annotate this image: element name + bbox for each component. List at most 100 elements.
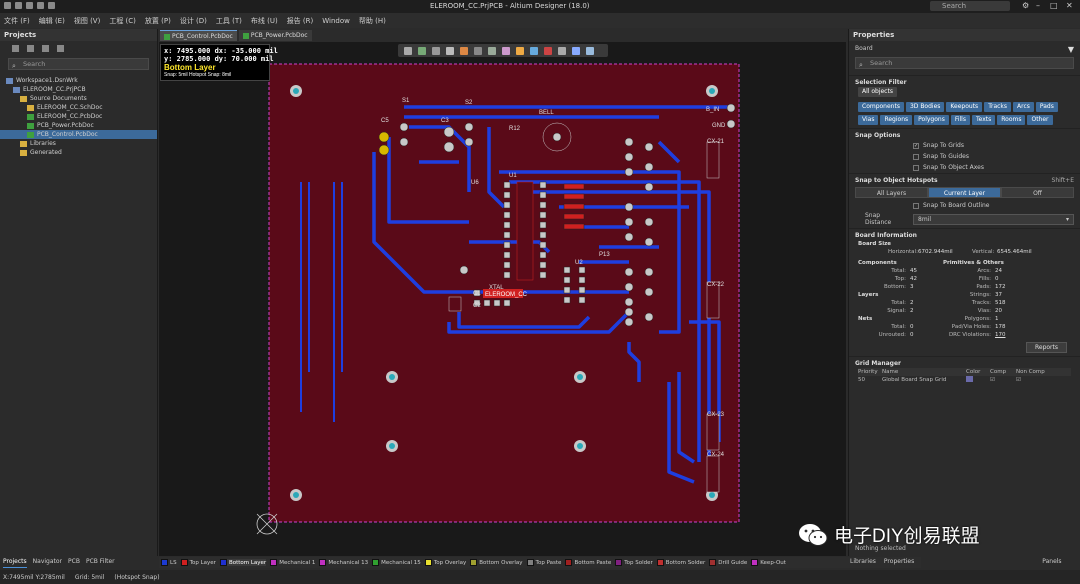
menu-item-2[interactable]: 视图 (V) [74, 16, 100, 26]
all-objects-button[interactable]: All objects [858, 87, 897, 97]
filter-chip-9[interactable]: Fills [950, 115, 970, 125]
filter-chip-1[interactable]: 3D Bodies [905, 102, 945, 112]
filter-chip-5[interactable]: Pads [1035, 102, 1058, 112]
hotspot-seg-1[interactable]: Current Layer [928, 187, 1001, 198]
menu-item-3[interactable]: 工程 (C) [109, 16, 136, 26]
select-rect-icon[interactable] [432, 46, 440, 55]
filter-chip-7[interactable]: Regions [880, 115, 913, 125]
save-all-icon[interactable] [26, 2, 33, 9]
doc-tab-1[interactable]: PCB_Power.PcbDoc [238, 30, 312, 41]
place-region-icon[interactable] [558, 46, 566, 55]
left-tab-3[interactable]: PCB Filter [86, 558, 115, 568]
reports-button[interactable]: Reports [1025, 342, 1067, 353]
grid-manager-row[interactable]: 50 Global Board Snap Grid ☑ ☑ [858, 376, 1071, 385]
menu-item-4[interactable]: 放置 (P) [145, 16, 171, 26]
menu-item-8[interactable]: 报告 (R) [287, 16, 314, 26]
layer-tab-6[interactable]: Top Overlay [424, 559, 466, 566]
menu-item-10[interactable]: 帮助 (H) [359, 16, 386, 26]
right-tab-2[interactable]: Panels [1042, 558, 1061, 565]
tree-item-0[interactable]: Workspace1.DsnWrk [0, 76, 157, 85]
save-icon[interactable] [4, 2, 11, 9]
layer-tab-10[interactable]: Top Solder [615, 559, 653, 566]
filter-chip-4[interactable]: Arcs [1013, 102, 1034, 112]
layer-tab-12[interactable]: Drill Guide [709, 559, 747, 566]
snap-option-1[interactable]: Snap To Guides [849, 151, 1080, 162]
layer-tab-9[interactable]: Bottom Paste [565, 559, 611, 566]
route-arc-icon[interactable] [502, 46, 510, 55]
doc-tab-0[interactable]: PCB_Control.PcbDoc [160, 30, 237, 41]
menu-item-6[interactable]: 工具 (T) [216, 16, 242, 26]
filter-chip-0[interactable]: Components [858, 102, 904, 112]
layer-tab-3[interactable]: Mechanical 1 [270, 559, 315, 566]
minimize-icon[interactable]: – [1036, 1, 1040, 10]
right-tab-0[interactable]: Libraries [850, 558, 876, 565]
route-diff-pair-icon[interactable] [488, 46, 496, 55]
layer-tab-4[interactable]: Mechanical 13 [319, 559, 368, 566]
snap-option-0[interactable]: ✓ Snap To Grids [849, 140, 1080, 151]
checkbox-box[interactable]: ✓ [913, 142, 919, 149]
filter-icon[interactable]: ▼ [1068, 45, 1074, 54]
place-polygon-icon[interactable] [544, 46, 552, 55]
move-icon[interactable] [418, 46, 426, 55]
undo-icon[interactable] [37, 2, 44, 9]
interactive-route-icon[interactable] [474, 46, 482, 55]
layer-tab-7[interactable]: Bottom Overlay [470, 559, 523, 566]
maximize-icon[interactable]: □ [1050, 1, 1058, 10]
filter-chip-6[interactable]: Vias [858, 115, 879, 125]
snap-board-outline-checkbox[interactable]: Snap To Board Outline [849, 200, 1080, 211]
tree-item-3[interactable]: ELEROOM_CC.SchDoc [0, 103, 157, 112]
layer-tab-13[interactable]: Keep-Out [751, 559, 786, 566]
place-line-icon[interactable] [586, 46, 594, 55]
filter-chip-2[interactable]: Keepouts [946, 102, 983, 112]
filter-chip-12[interactable]: Other [1027, 115, 1053, 125]
snap-distance-select[interactable]: 8mil ▾ [913, 213, 1074, 225]
open-icon[interactable] [15, 2, 22, 9]
align-icon[interactable] [446, 46, 454, 55]
settings-icon[interactable]: ⚙ [1022, 1, 1029, 10]
filter-chip-10[interactable]: Texts [971, 115, 996, 125]
filter-chip-3[interactable]: Tracks [984, 102, 1012, 112]
redo-icon[interactable] [48, 2, 55, 9]
tree-item-2[interactable]: Source Documents [0, 94, 157, 103]
place-via-icon[interactable] [530, 46, 538, 55]
primitive-value[interactable]: 170 [995, 331, 1006, 339]
layer-tab-8[interactable]: Top Paste [526, 559, 561, 566]
close-icon[interactable]: ✕ [1066, 1, 1073, 10]
hotspot-seg-0[interactable]: All Layers [855, 187, 928, 198]
hotspot-seg-2[interactable]: Off [1001, 187, 1074, 198]
layer-tab-11[interactable]: Bottom Solder [656, 559, 705, 566]
project-gear-icon[interactable] [57, 45, 64, 52]
grid-noncomp-checkbox[interactable]: ☑ [1016, 376, 1021, 385]
menu-item-5[interactable]: 设计 (D) [180, 16, 207, 26]
layer-tab-0[interactable]: LS [161, 559, 177, 566]
checkbox-box[interactable] [913, 153, 919, 160]
pcb-canvas[interactable]: BELL B_IN GND CX-21 CX-22 CX-23 CX-24 XT… [159, 42, 846, 556]
place-component-icon[interactable] [460, 46, 468, 55]
left-tab-0[interactable]: Projects [3, 558, 27, 568]
grid-color-swatch[interactable] [966, 376, 990, 385]
menu-item-7[interactable]: 布线 (U) [251, 16, 278, 26]
snap-option-2[interactable]: Snap To Object Axes [849, 162, 1080, 173]
tree-item-5[interactable]: PCB_Power.PcbDoc [0, 121, 157, 130]
filter-icon[interactable] [404, 46, 412, 55]
place-string-icon[interactable] [572, 46, 580, 55]
menu-item-9[interactable]: Window [322, 17, 350, 25]
checkbox-box[interactable] [913, 164, 919, 171]
left-tab-2[interactable]: PCB [68, 558, 80, 568]
project-doc-icon[interactable] [12, 45, 19, 52]
filter-chip-11[interactable]: Rooms [997, 115, 1026, 125]
project-refresh-icon[interactable] [42, 45, 49, 52]
properties-search-input[interactable]: ⌕ Search [855, 57, 1074, 69]
tree-item-1[interactable]: ELEROOM_CC.PrjPCB [0, 85, 157, 94]
global-search-input[interactable]: Search [930, 1, 1010, 11]
right-tab-1[interactable]: Properties [884, 558, 914, 565]
grid-comp-checkbox[interactable]: ☑ [990, 376, 1016, 385]
layer-tab-5[interactable]: Mechanical 15 [372, 559, 421, 566]
tree-item-7[interactable]: Libraries [0, 139, 157, 148]
project-save-icon[interactable] [27, 45, 34, 52]
place-pad-icon[interactable] [516, 46, 524, 55]
filter-chip-8[interactable]: Polygons [914, 115, 949, 125]
projects-search-input[interactable]: ⌕ Search [8, 58, 149, 70]
menu-item-0[interactable]: 文件 (F) [4, 16, 30, 26]
left-tab-1[interactable]: Navigator [33, 558, 62, 568]
